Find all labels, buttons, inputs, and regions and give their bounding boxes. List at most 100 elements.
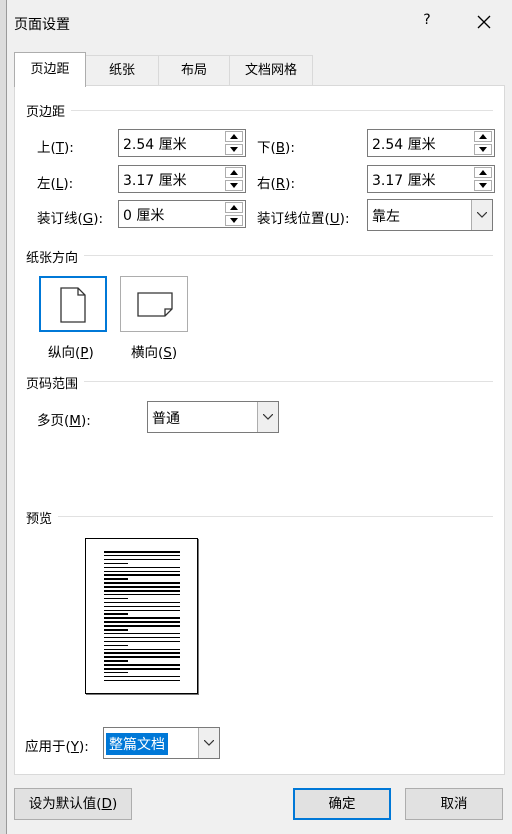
close-icon bbox=[477, 15, 491, 29]
preview-text-line bbox=[104, 582, 180, 584]
preview-text-line bbox=[104, 566, 180, 569]
preview-text-line bbox=[104, 675, 180, 678]
multiple-pages-select[interactable]: 普通 bbox=[147, 401, 279, 433]
arrow-up-icon bbox=[230, 205, 238, 210]
dropdown-button[interactable] bbox=[471, 200, 492, 230]
spin-up-button[interactable] bbox=[225, 131, 243, 142]
landscape-page-icon bbox=[137, 292, 173, 317]
section-orientation-title: 纸张方向 bbox=[26, 247, 85, 266]
multiple-pages-value: 普通 bbox=[152, 411, 180, 427]
top-margin-value[interactable]: 2.54 厘米 bbox=[123, 134, 187, 154]
gutter-position-label: 装订线位置(U): bbox=[257, 211, 350, 227]
spin-up-button[interactable] bbox=[474, 131, 492, 142]
arrow-up-icon bbox=[230, 134, 238, 139]
preview-text-line bbox=[104, 652, 180, 654]
right-margin-value[interactable]: 3.17 厘米 bbox=[372, 170, 436, 190]
preview-text-line bbox=[104, 551, 180, 553]
spin-down-button[interactable] bbox=[225, 180, 243, 191]
preview-text-line bbox=[104, 679, 180, 682]
section-margins-title: 页边距 bbox=[26, 101, 72, 120]
spin-down-button[interactable] bbox=[225, 144, 243, 155]
preview-text-line bbox=[104, 609, 180, 612]
apply-to-value: 整篇文档 bbox=[106, 733, 168, 755]
spin-down-button[interactable] bbox=[474, 180, 492, 191]
spin-down-button[interactable] bbox=[474, 144, 492, 155]
bottom-margin-value[interactable]: 2.54 厘米 bbox=[372, 134, 436, 154]
tab-margins[interactable]: 页边距 bbox=[14, 52, 86, 87]
preview-text-line bbox=[104, 632, 180, 635]
top-margin-spinner[interactable]: 2.54 厘米 bbox=[118, 129, 246, 157]
left-margin-value[interactable]: 3.17 厘米 bbox=[123, 170, 187, 190]
arrow-up-icon bbox=[479, 134, 487, 139]
spin-up-button[interactable] bbox=[225, 167, 243, 178]
apply-to-label: 应用于(Y): bbox=[25, 739, 89, 755]
tab-layout[interactable]: 布局 bbox=[158, 55, 230, 85]
arrow-down-icon bbox=[479, 183, 487, 188]
gutter-label: 装订线(G): bbox=[37, 211, 104, 227]
preview-text-line bbox=[104, 558, 180, 561]
preview-text-line bbox=[104, 629, 128, 631]
dropdown-button[interactable] bbox=[198, 728, 219, 758]
spin-up-button[interactable] bbox=[474, 167, 492, 178]
apply-to-select[interactable]: 整篇文档 bbox=[103, 727, 220, 759]
multiple-pages-label: 多页(M): bbox=[37, 413, 91, 429]
set-default-button[interactable]: 设为默认值(D) bbox=[14, 788, 132, 820]
right-margin-spinner[interactable]: 3.17 厘米 bbox=[367, 165, 495, 193]
gutter-value[interactable]: 0 厘米 bbox=[123, 205, 164, 225]
divider bbox=[26, 516, 493, 517]
preview-text-line bbox=[104, 625, 180, 627]
gutter-position-select[interactable]: 靠左 bbox=[367, 199, 493, 231]
preview-text-line bbox=[104, 590, 180, 592]
dropdown-button[interactable] bbox=[257, 402, 278, 432]
preview-text-line bbox=[104, 605, 180, 608]
preview-text-line bbox=[104, 601, 180, 604]
top-margin-label: 上(T): bbox=[37, 140, 74, 156]
help-button[interactable]: ? bbox=[420, 12, 434, 32]
spin-down-button[interactable] bbox=[225, 215, 243, 226]
arrow-up-icon bbox=[479, 170, 487, 175]
gutter-position-value: 靠左 bbox=[372, 209, 400, 225]
preview-text-line bbox=[104, 660, 128, 662]
spin-up-button[interactable] bbox=[225, 202, 243, 213]
portrait-label: 纵向(P) bbox=[48, 345, 94, 361]
arrow-down-icon bbox=[230, 147, 238, 152]
preview-text-line bbox=[104, 640, 180, 643]
preview-text-line bbox=[104, 554, 180, 557]
chevron-down-icon bbox=[477, 212, 487, 218]
gutter-spinner[interactable]: 0 厘米 bbox=[118, 200, 246, 228]
bottom-margin-label: 下(B): bbox=[257, 140, 295, 156]
dialog-title: 页面设置 bbox=[14, 17, 70, 33]
landscape-button[interactable] bbox=[120, 276, 188, 332]
cancel-button[interactable]: 取消 bbox=[405, 788, 503, 820]
section-pages-title: 页码范围 bbox=[26, 373, 85, 392]
divider bbox=[26, 381, 493, 382]
arrow-down-icon bbox=[230, 183, 238, 188]
preview-text-line bbox=[104, 593, 180, 596]
arrow-down-icon bbox=[479, 147, 487, 152]
preview-text-line bbox=[104, 570, 180, 573]
chevron-down-icon bbox=[204, 740, 214, 746]
bottom-margin-spinner[interactable]: 2.54 厘米 bbox=[367, 129, 495, 157]
divider bbox=[26, 255, 493, 256]
preview-text-line bbox=[104, 656, 180, 658]
portrait-button[interactable] bbox=[39, 276, 107, 332]
divider bbox=[26, 110, 493, 111]
section-preview-title: 预览 bbox=[26, 508, 59, 527]
preview-text-line bbox=[104, 613, 128, 615]
left-margin-spinner[interactable]: 3.17 厘米 bbox=[118, 165, 246, 193]
preview-text-line bbox=[104, 671, 128, 674]
tab-paper[interactable]: 纸张 bbox=[85, 55, 159, 85]
close-button[interactable] bbox=[474, 12, 494, 32]
preview-text-line bbox=[104, 562, 128, 565]
preview-text-line bbox=[104, 617, 180, 619]
ok-button[interactable]: 确定 bbox=[293, 788, 391, 820]
preview-text-line bbox=[104, 644, 128, 647]
preview-text-line bbox=[104, 621, 180, 623]
preview-text-line bbox=[104, 664, 180, 666]
right-margin-label: 右(R): bbox=[257, 176, 295, 192]
preview-text-line bbox=[104, 648, 180, 651]
arrow-up-icon bbox=[230, 170, 238, 175]
preview-text-line bbox=[104, 578, 128, 580]
landscape-label: 横向(S) bbox=[131, 345, 178, 361]
tab-doc-grid[interactable]: 文档网格 bbox=[229, 55, 313, 85]
